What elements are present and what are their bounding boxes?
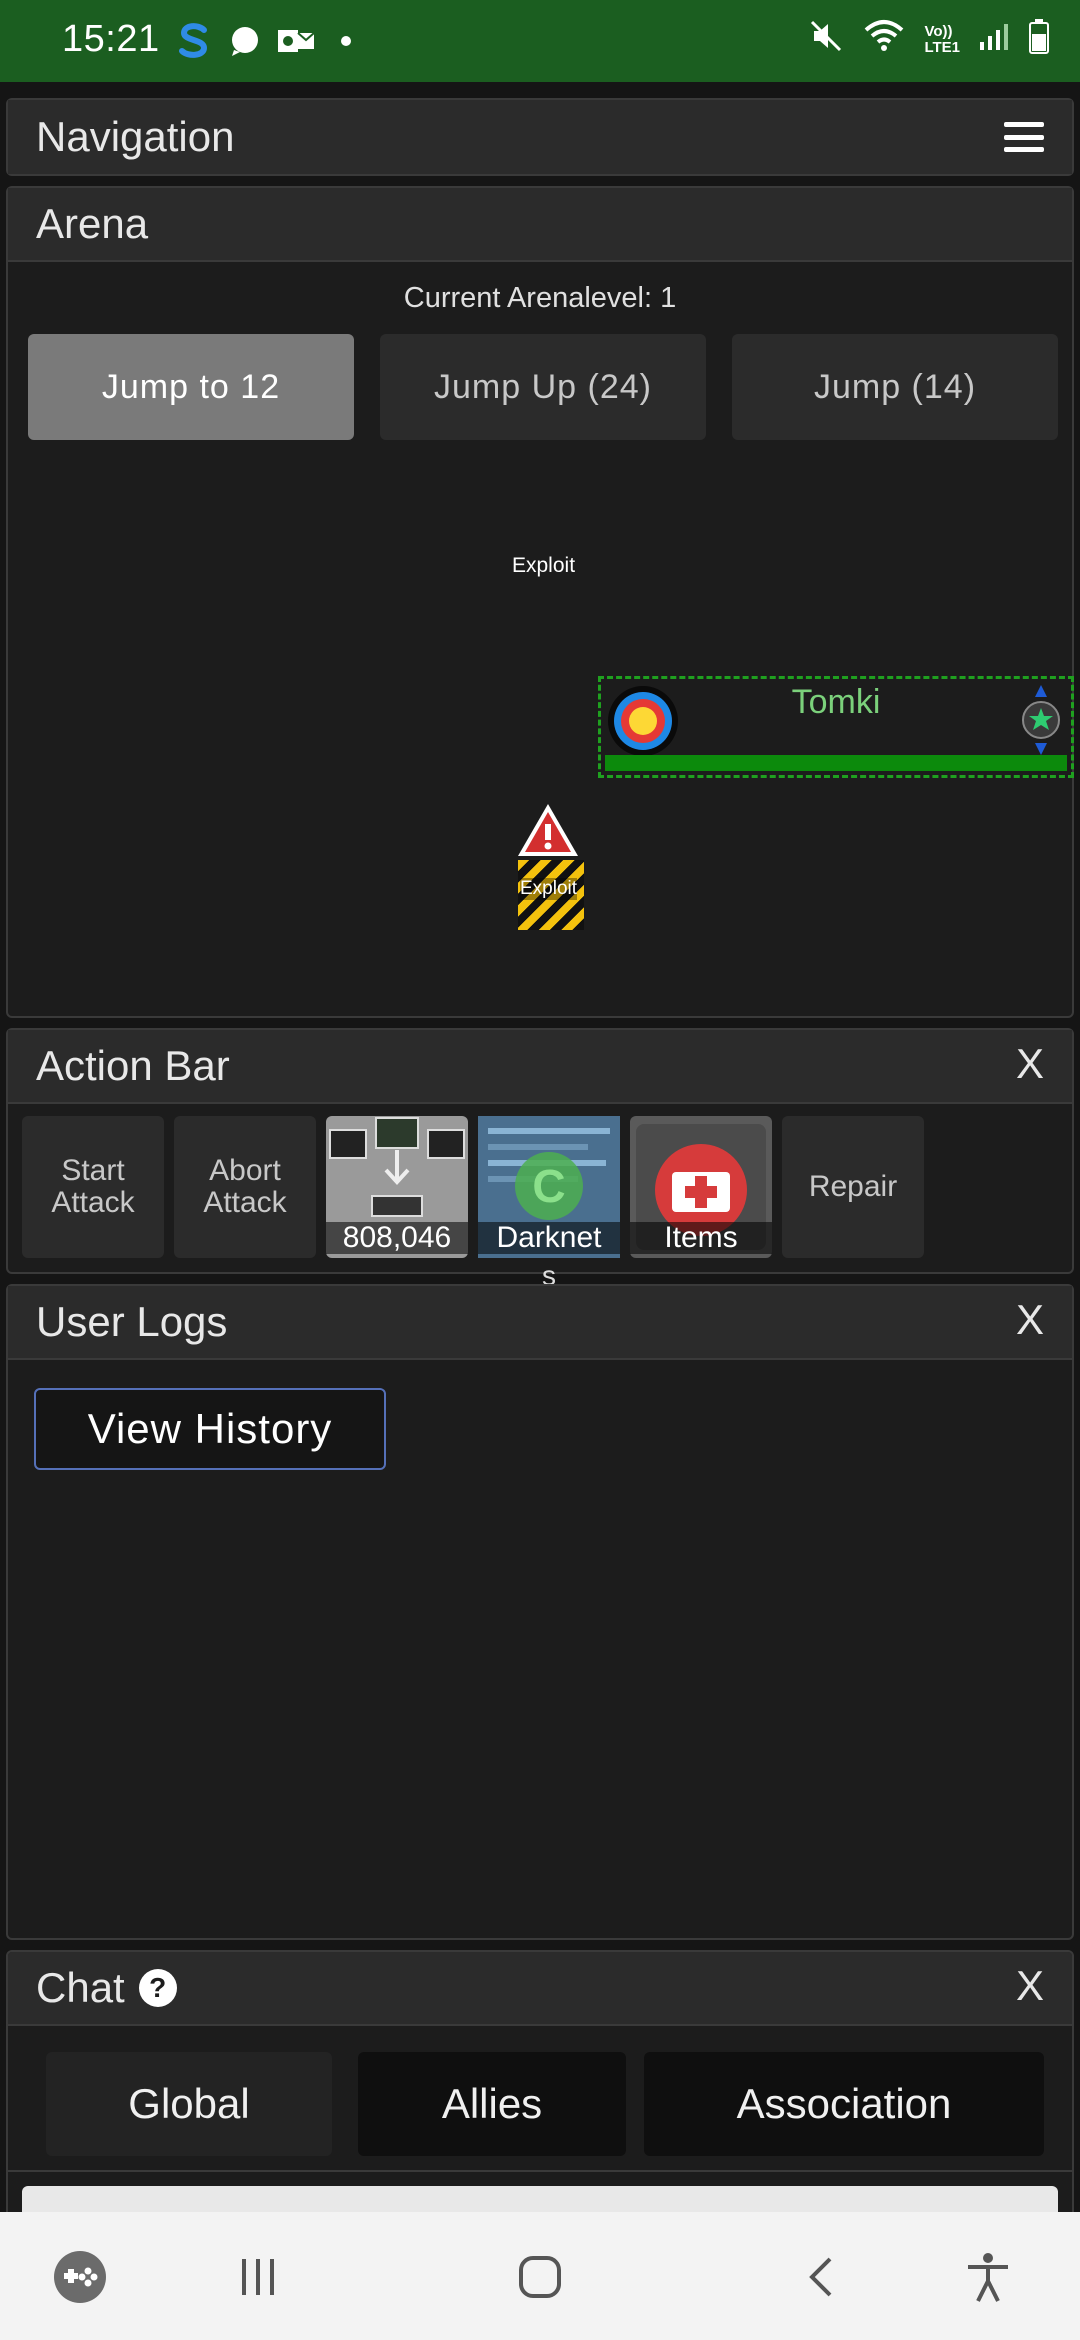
target-name: Tomki [791,683,881,721]
chat-divider [8,2170,1072,2172]
items-label: Items [630,1222,772,1254]
outlook-icon [276,22,316,60]
tab-global[interactable]: Global [46,2052,332,2156]
chat-header: Chat ? X [8,1952,1072,2026]
darknet-label: Darknet [478,1222,620,1254]
wifi-icon [862,18,906,61]
chat-panel: Chat ? X Global Allies Association [6,1950,1074,2240]
dot-icon [340,22,352,60]
exploit-label-bottom: Exploit [520,878,578,900]
game-launcher-icon[interactable] [50,2251,110,2303]
star-badge-icon [1019,683,1063,757]
system-nav-bar [0,2212,1080,2340]
items-tile[interactable]: Items [630,1116,772,1258]
volte-icon: Vo)) LTE1 [924,22,960,56]
accessibility-icon[interactable] [958,2252,1018,2302]
abort-attack-button[interactable]: Abort Attack [174,1116,316,1258]
user-logs-title: User Logs [36,1298,228,1345]
action-bar-title: Action Bar [36,1042,230,1089]
target-node[interactable]: Tomki [598,676,1074,778]
view-history-button[interactable]: View History [34,1388,386,1470]
network-count: 808,046 [326,1222,468,1254]
mute-icon [808,18,844,61]
arena-level-text: Current Arenalevel: 1 [403,282,677,314]
svg-text:C: C [532,1160,565,1212]
signal-icon [978,20,1010,59]
user-logs-close-button[interactable]: X [1016,1296,1044,1344]
network-tile[interactable]: 808,046 [326,1116,468,1258]
darknet-tile[interactable]: C Darknet s [478,1116,620,1291]
jump-up-button[interactable]: Jump Up (24) [380,334,706,440]
chat-title: Chat [36,1964,125,2011]
back-icon[interactable] [792,2252,852,2302]
repair-button[interactable]: Repair [782,1116,924,1258]
s-app-icon [176,22,212,60]
jump-to-level-button[interactable]: Jump to 12 [28,334,354,440]
home-icon[interactable] [510,2252,570,2302]
navigation-header: Navigation [8,100,1072,174]
exploit-label-top[interactable]: Exploit [512,554,575,578]
user-logs-header: User Logs X [8,1286,1072,1360]
warning-icon [518,804,578,856]
start-attack-button[interactable]: Start Attack [22,1116,164,1258]
chat-bubble-icon [228,22,262,60]
arena-header: Arena [8,188,1072,262]
user-logs-panel: User Logs X View History [6,1284,1074,1940]
recent-apps-icon[interactable] [228,2252,288,2302]
jump-button[interactable]: Jump (14) [732,334,1058,440]
action-bar-panel: Action Bar X Start Attack Abort Attack 8… [6,1028,1074,1291]
status-bar: 15:21 Vo)) LTE1 [0,0,1080,82]
navigation-title: Navigation [36,113,235,160]
action-bar-close-button[interactable]: X [1016,1040,1044,1088]
chat-close-button[interactable]: X [1016,1962,1044,2010]
target-health-bar [605,755,1067,771]
status-time: 15:21 [62,18,160,60]
navigation-panel: Navigation [6,98,1074,176]
help-icon[interactable]: ? [138,1969,177,2007]
battery-icon [1028,18,1050,61]
tab-association[interactable]: Association [644,2052,1044,2156]
arena-title: Arena [36,200,149,247]
arena-panel: Arena Current Arenalevel: 1 Jump to 12 J… [6,186,1074,1018]
action-bar-header: Action Bar X [8,1030,1072,1104]
tab-allies[interactable]: Allies [358,2052,626,2156]
exploit-node[interactable]: Exploit [516,802,584,932]
menu-icon[interactable] [1004,122,1044,152]
